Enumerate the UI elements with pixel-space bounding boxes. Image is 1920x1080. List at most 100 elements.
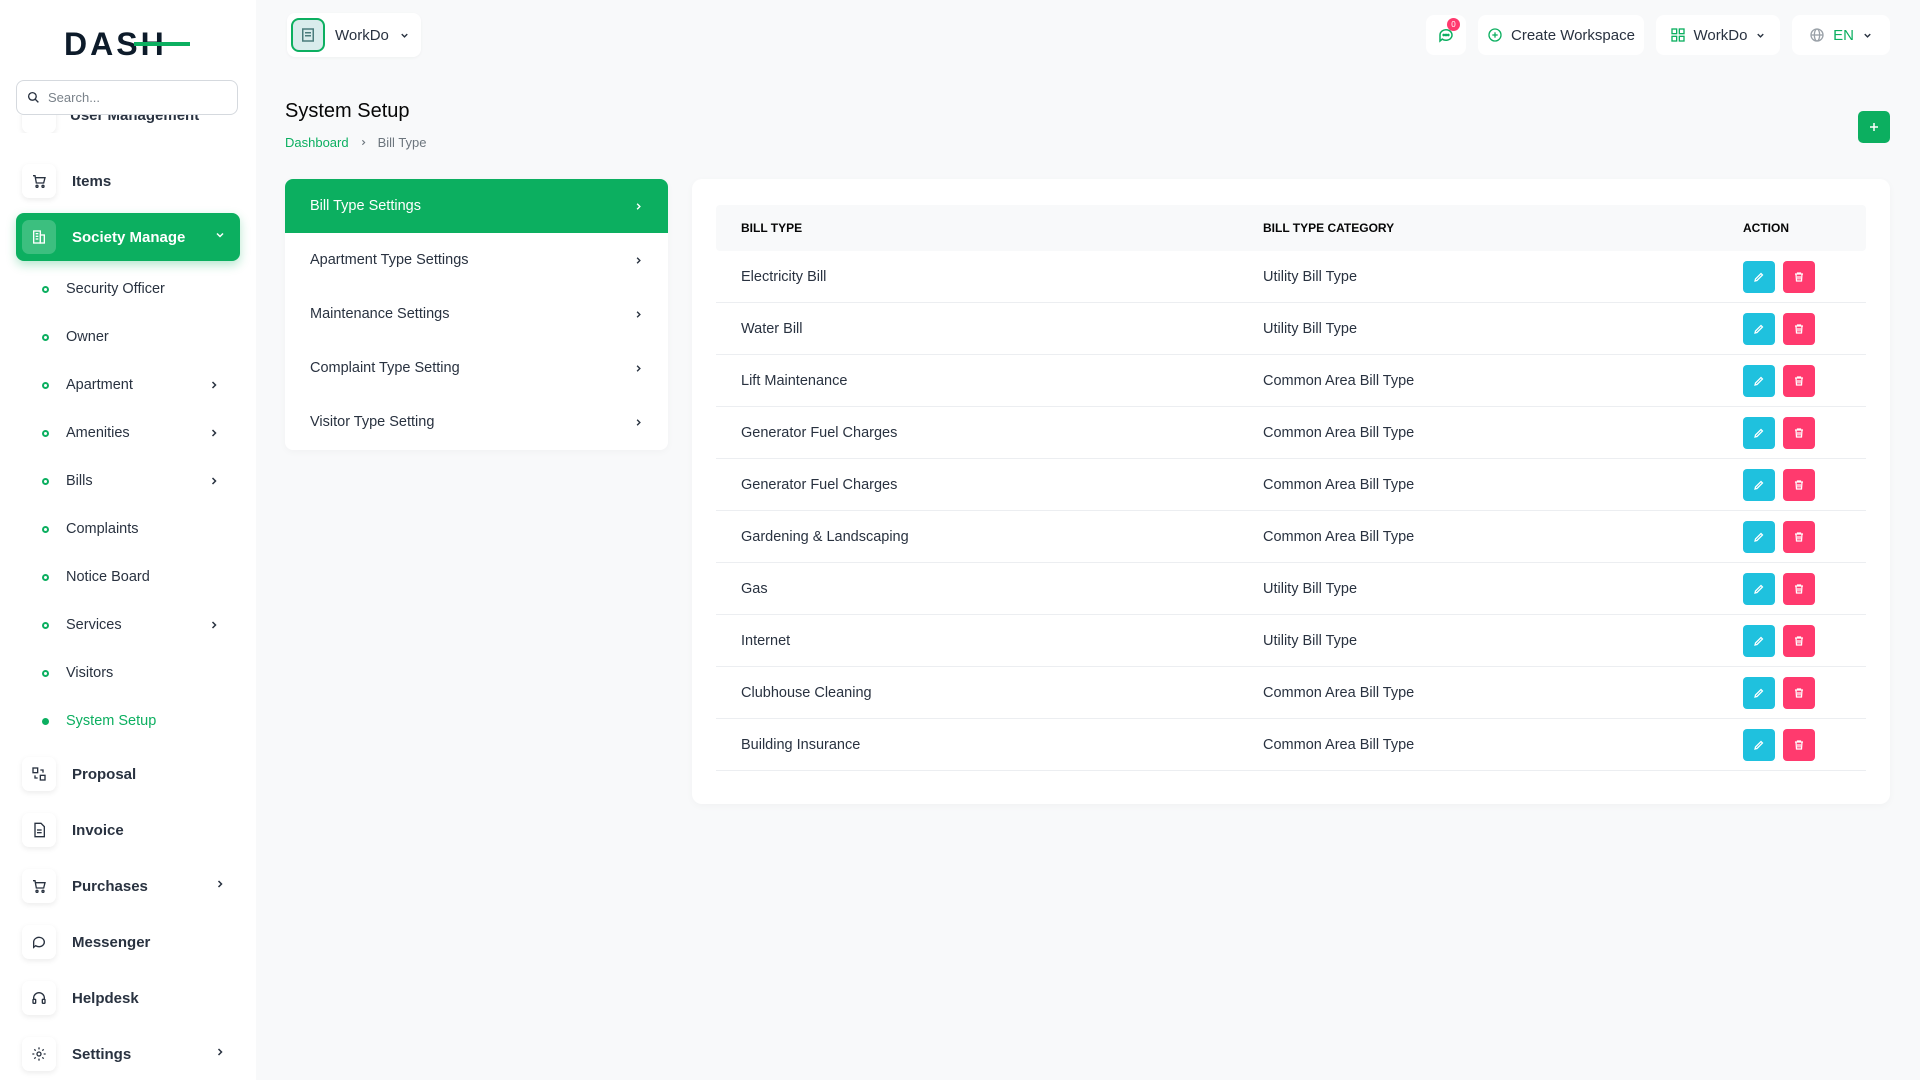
settings-item-label: Maintenance Settings [310,306,450,322]
sidebar-subitem-label: Amenities [66,425,130,441]
sidebar-item-user-management[interactable]: User Management [16,115,240,133]
delete-button[interactable] [1783,676,1815,709]
bullet-icon [42,621,49,629]
sidebar-subitem-amenities[interactable]: Amenities [40,415,240,451]
trash-icon [1795,531,1803,542]
action-cell [1743,312,1866,345]
search-input[interactable] [48,90,228,105]
delete-button[interactable] [1783,416,1815,449]
headset-icon [22,981,56,1015]
brand-logo[interactable]: DASH [64,26,190,62]
add-bill-type-button[interactable] [1858,111,1890,143]
settings-item-complaint-type[interactable]: Complaint Type Setting [285,341,668,395]
sidebar-item-society-manage[interactable]: Society Manage [16,213,240,261]
settings-item-apartment-type[interactable]: Apartment Type Settings [285,233,668,287]
bullet-icon [42,525,49,533]
bullet-icon [42,477,49,485]
edit-button[interactable] [1743,468,1775,501]
notification-button[interactable]: 0 [1426,15,1466,55]
sidebar-subitem-notice-board[interactable]: Notice Board [40,559,240,595]
settings-item-label: Complaint Type Setting [310,360,460,376]
plus-circle-icon [1488,28,1502,42]
sidebar-item-settings[interactable]: Settings [16,1030,240,1078]
workspace-switcher[interactable]: WorkDo [287,13,421,57]
dash-logo-icon: DASH [64,27,190,61]
language-selector[interactable]: EN [1792,15,1890,55]
sidebar-subitem-bills[interactable]: Bills [40,463,240,499]
sidebar-item-label: Settings [72,1045,132,1063]
delete-button[interactable] [1783,624,1815,657]
settings-menu: Bill Type Settings Apartment Type Settin… [285,179,668,450]
chevron-right-icon [211,621,217,629]
edit-button[interactable] [1743,676,1775,709]
edit-button[interactable] [1743,416,1775,449]
edit-button[interactable] [1743,260,1775,293]
delete-button[interactable] [1783,468,1815,501]
workspace-menu-button[interactable]: WorkDo [1656,15,1780,55]
settings-item-bill-type[interactable]: Bill Type Settings [285,179,668,233]
table-row: Generator Fuel Charges Common Area Bill … [716,459,1866,511]
search-box[interactable] [16,80,238,115]
sidebar-item-invoice[interactable]: Invoice [16,806,240,854]
bill-type-table: BILL TYPE BILL TYPE CATEGORY ACTION Elec… [716,205,1866,771]
sidebar-subitem-label: Visitors [66,665,114,681]
chevron-right-icon [636,364,641,372]
bill-type-cell: Gardening & Landscaping [741,528,909,545]
edit-button[interactable] [1743,624,1775,657]
chevron-right-icon [636,310,641,318]
delete-button[interactable] [1783,572,1815,605]
edit-button[interactable] [1743,728,1775,761]
cart-icon [22,164,56,198]
chevron-down-icon [1864,33,1871,38]
category-cell: Common Area Bill Type [1263,528,1415,545]
action-cell [1743,520,1866,553]
sidebar-subitem-apartment[interactable]: Apartment [40,367,240,403]
edit-button[interactable] [1743,572,1775,605]
action-cell [1743,260,1866,293]
sidebar-subitem-security-officer[interactable]: Security Officer [40,271,240,307]
settings-item-maintenance[interactable]: Maintenance Settings [285,287,668,341]
sidebar-item-label: Society Manage [72,228,186,246]
sidebar-item-purchases[interactable]: Purchases [16,862,240,910]
bullet-icon [42,717,49,725]
edit-button[interactable] [1743,312,1775,345]
edit-button[interactable] [1743,520,1775,553]
delete-button[interactable] [1783,364,1815,397]
category-cell: Utility Bill Type [1263,632,1358,649]
breadcrumb-dashboard-link[interactable]: Dashboard [285,135,349,150]
table-row: Lift Maintenance Common Area Bill Type [716,355,1866,407]
delete-button[interactable] [1783,260,1815,293]
delete-button[interactable] [1783,312,1815,345]
sidebar-subitem-visitors[interactable]: Visitors [40,655,240,691]
trash-icon [1795,687,1803,698]
cart-icon [22,869,56,903]
trash-icon [1795,427,1803,438]
bill-type-cell: Gas [741,580,768,597]
pencil-icon [1754,324,1764,334]
sidebar-subitem-owner[interactable]: Owner [40,319,240,355]
category-cell: Common Area Bill Type [1263,476,1415,493]
sidebar-subitem-complaints[interactable]: Complaints [40,511,240,547]
pencil-icon [1754,480,1764,490]
sidebar-item-proposal[interactable]: Proposal [16,750,240,798]
action-cell [1743,624,1866,657]
sidebar-item-label: Invoice [72,821,124,839]
delete-button[interactable] [1783,520,1815,553]
search-icon [27,91,39,103]
table-row: Electricity Bill Utility Bill Type [716,251,1866,303]
sidebar-subitem-system-setup[interactable]: System Setup [40,703,240,739]
sidebar-subitem-services[interactable]: Services [40,607,240,643]
sidebar-item-label: Messenger [72,933,151,951]
sidebar-item-messenger[interactable]: Messenger [16,918,240,966]
sidebar-item-items[interactable]: Items [16,157,240,205]
sidebar-item-helpdesk[interactable]: Helpdesk [16,974,240,1022]
edit-button[interactable] [1743,364,1775,397]
chevron-right-icon [211,381,217,389]
column-header-category: BILL TYPE CATEGORY [1263,221,1395,235]
table-body: Electricity Bill Utility Bill Type Water… [716,251,1866,771]
create-workspace-button[interactable]: Create Workspace [1478,15,1644,55]
action-cell [1743,572,1866,605]
settings-item-visitor-type[interactable]: Visitor Type Setting [285,395,668,449]
action-cell [1743,468,1866,501]
delete-button[interactable] [1783,728,1815,761]
